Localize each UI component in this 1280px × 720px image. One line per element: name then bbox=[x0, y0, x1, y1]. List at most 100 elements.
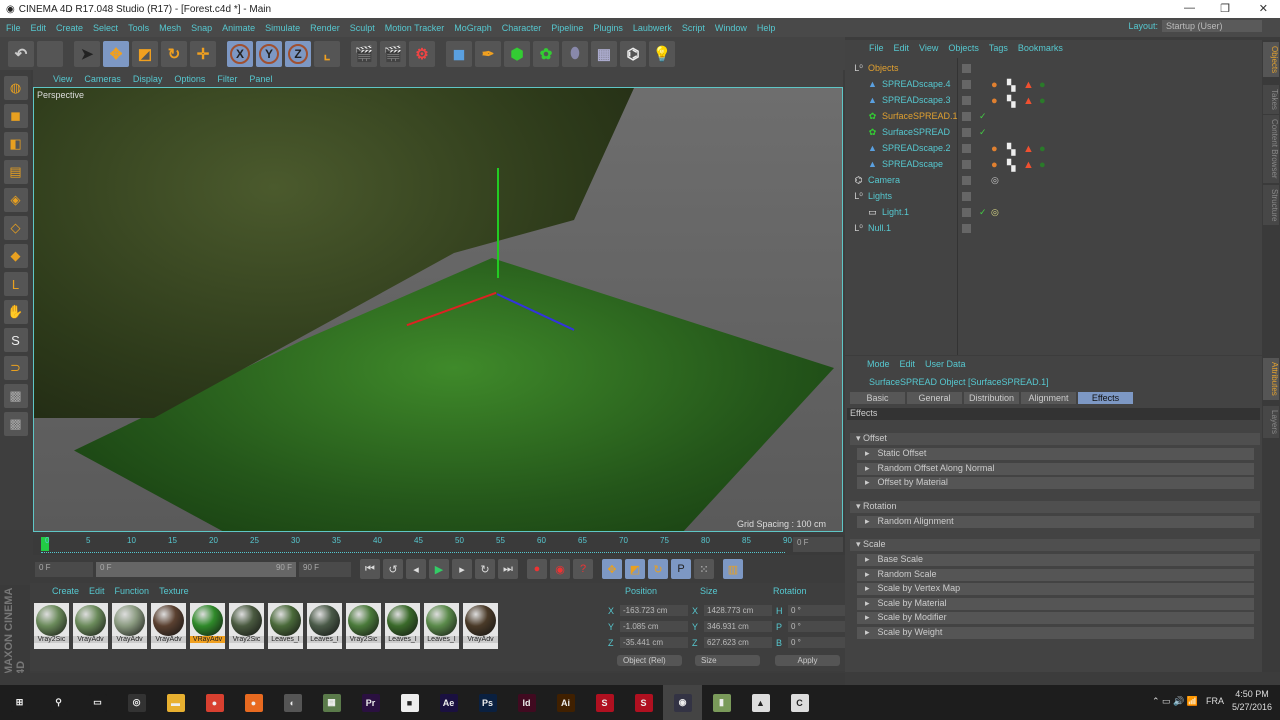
texture-tag-icon[interactable]: ▚ bbox=[1007, 159, 1018, 172]
subgroup-item[interactable]: Static Offset bbox=[857, 448, 1254, 460]
taskbar-app-icon[interactable]: ◐ bbox=[273, 685, 312, 720]
taskbar-app-icon[interactable]: C bbox=[780, 685, 819, 720]
object-name[interactable]: SPREADscape.4 bbox=[882, 79, 951, 89]
material-tag-icon[interactable]: ● bbox=[1039, 159, 1050, 171]
magnet-icon[interactable]: ⊃ bbox=[3, 356, 28, 380]
array-icon[interactable]: ✿ bbox=[533, 40, 559, 67]
layer-visibility-icon[interactable] bbox=[962, 191, 971, 201]
material-swatch[interactable]: VrayAdv bbox=[73, 603, 108, 649]
menu-edit[interactable]: Edit bbox=[31, 23, 47, 33]
attribute-menu-mode[interactable]: Mode bbox=[867, 359, 890, 369]
scale-tool-icon[interactable]: ◩ bbox=[132, 40, 158, 67]
coordinate-mode-dropdown[interactable]: Object (Rel) bbox=[617, 655, 682, 666]
next-key-icon[interactable]: ↻ bbox=[475, 559, 495, 579]
language-indicator[interactable]: FRA bbox=[1206, 696, 1224, 706]
menu-window[interactable]: Window bbox=[715, 23, 747, 33]
render-settings-icon[interactable]: ⚙ bbox=[409, 40, 435, 67]
subgroup-item[interactable]: Random Offset Along Normal bbox=[857, 462, 1254, 475]
cube-icon[interactable]: ◼ bbox=[446, 40, 472, 67]
menu-pipeline[interactable]: Pipeline bbox=[551, 23, 583, 33]
z-axis-lock-icon[interactable]: Z bbox=[285, 40, 311, 67]
object-menu-edit[interactable]: Edit bbox=[894, 43, 910, 53]
texture-tag-icon[interactable]: ▚ bbox=[1007, 95, 1018, 108]
y-axis-handle[interactable] bbox=[497, 168, 499, 278]
locked-workplane-icon[interactable]: ▩ bbox=[3, 412, 28, 436]
size-x-field[interactable]: 1428.773 cm bbox=[704, 605, 772, 616]
menu-motion-tracker[interactable]: Motion Tracker bbox=[385, 23, 445, 33]
material-swatch[interactable]: VrayAdv bbox=[151, 603, 186, 649]
material-menu-texture[interactable]: Texture bbox=[159, 586, 189, 599]
taskbar-app-icon[interactable]: ▲ bbox=[741, 685, 780, 720]
key-pla-icon[interactable]: ⁙ bbox=[694, 559, 714, 579]
side-tab-takes[interactable]: Takes bbox=[1263, 85, 1279, 114]
layer-visibility-icon[interactable] bbox=[962, 223, 971, 233]
redo-icon[interactable] bbox=[37, 40, 63, 67]
key-position-icon[interactable]: ✥ bbox=[602, 559, 622, 579]
layer-visibility-icon[interactable] bbox=[962, 143, 971, 153]
spread-tag-icon[interactable]: ● bbox=[991, 95, 1002, 107]
attribute-menu-edit[interactable]: Edit bbox=[900, 359, 916, 369]
subgroup-item[interactable]: Scale by Weight bbox=[857, 626, 1254, 639]
camera-tag-icon[interactable]: ◎ bbox=[991, 175, 999, 186]
group-rotation[interactable]: ▾ Rotation bbox=[850, 500, 1260, 513]
subgroup-item[interactable]: Scale by Vertex Map bbox=[857, 583, 1254, 595]
viewport-menu-view[interactable]: View bbox=[53, 74, 72, 84]
phong-tag-icon[interactable]: ▲ bbox=[1023, 143, 1034, 155]
menu-animate[interactable]: Animate bbox=[222, 23, 255, 33]
current-frame-field[interactable]: 0 F bbox=[793, 537, 843, 552]
select-tool-icon[interactable]: ➤ bbox=[74, 40, 100, 67]
timeline-window-icon[interactable]: ▥ bbox=[723, 559, 743, 579]
taskbar-app-icon[interactable]: ◉ bbox=[663, 685, 702, 720]
object-name[interactable]: Light.1 bbox=[882, 207, 909, 217]
clock[interactable]: 4:50 PM 5/27/2016 bbox=[1232, 688, 1272, 714]
material-swatch[interactable]: Vray2Sic bbox=[346, 603, 381, 649]
menu-mesh[interactable]: Mesh bbox=[159, 23, 181, 33]
keyframe-selection-icon[interactable]: ? bbox=[573, 559, 593, 579]
tweak-icon[interactable]: ✋ bbox=[3, 300, 28, 324]
taskbar-app-icon[interactable]: ▮ bbox=[702, 685, 741, 720]
render-picture-viewer-icon[interactable]: 🎬 bbox=[380, 40, 406, 67]
next-frame-icon[interactable]: ▸ bbox=[452, 559, 472, 579]
tab-distribution[interactable]: Distribution bbox=[964, 392, 1019, 404]
taskbar-app-icon[interactable]: ● bbox=[234, 685, 273, 720]
texture-tag-icon[interactable]: ▚ bbox=[1007, 79, 1018, 92]
position-y-field[interactable]: -1.085 cm bbox=[620, 621, 688, 632]
object-name[interactable]: SurfaceSPREAD bbox=[882, 127, 950, 137]
object-menu-file[interactable]: File bbox=[869, 43, 884, 53]
position-x-field[interactable]: -163.723 cm bbox=[620, 605, 688, 616]
object-row[interactable]: ▲ SPREADscape.2 ● ▚ ▲ ● bbox=[845, 140, 1262, 156]
taskbar-app-icon[interactable]: Ai bbox=[546, 685, 585, 720]
menu-select[interactable]: Select bbox=[93, 23, 118, 33]
menu-plugins[interactable]: Plugins bbox=[593, 23, 623, 33]
menu-create[interactable]: Create bbox=[56, 23, 83, 33]
timeline-ruler[interactable]: 0 F 0 5 10 15 20 25 30 35 40 45 50 55 60 65 70 75 80 85 90 bbox=[33, 535, 845, 555]
end-frame-field[interactable]: 90 F bbox=[299, 561, 351, 577]
material-swatch[interactable]: VrayAdv bbox=[112, 603, 147, 649]
object-name[interactable]: SurfaceSPREAD.1 bbox=[882, 111, 958, 121]
layer-visibility-icon[interactable] bbox=[962, 111, 971, 121]
viewport-perspective[interactable]: Perspective Grid Spacing : 100 cm bbox=[33, 87, 843, 532]
close-button[interactable]: ✕ bbox=[1259, 2, 1268, 15]
position-z-field[interactable]: -35.441 cm bbox=[620, 637, 688, 648]
object-name[interactable]: Lights bbox=[868, 191, 892, 201]
object-name[interactable]: Camera bbox=[868, 175, 900, 185]
material-swatch[interactable]: Leaves_I bbox=[385, 603, 420, 649]
menu-tools[interactable]: Tools bbox=[128, 23, 149, 33]
viewport-menu-display[interactable]: Display bbox=[133, 74, 163, 84]
group-scale[interactable]: ▾ Scale bbox=[850, 539, 1260, 551]
key-rotation-icon[interactable]: ↻ bbox=[648, 559, 668, 579]
autokey-icon[interactable]: ◉ bbox=[550, 559, 570, 579]
axis-mode-icon[interactable]: L bbox=[3, 272, 28, 296]
tab-effects[interactable]: Effects bbox=[1078, 392, 1133, 404]
enabled-check-icon[interactable]: ✓ bbox=[979, 111, 987, 122]
light-icon[interactable]: 💡 bbox=[649, 40, 675, 67]
object-menu-view[interactable]: View bbox=[919, 43, 938, 53]
object-row[interactable]: ✿ SurfaceSPREAD ✓ bbox=[845, 124, 1262, 140]
camera-icon[interactable]: ⌬ bbox=[620, 40, 646, 67]
attribute-menu-user-data[interactable]: User Data bbox=[925, 359, 966, 369]
key-parameter-icon[interactable]: P bbox=[671, 559, 691, 579]
size-mode-dropdown[interactable]: Size bbox=[695, 655, 760, 666]
viewport-menu-options[interactable]: Options bbox=[174, 74, 205, 84]
subgroup-item[interactable]: Offset by Material bbox=[857, 477, 1254, 489]
object-row[interactable]: ⌬ Camera ◎ bbox=[845, 172, 1262, 188]
